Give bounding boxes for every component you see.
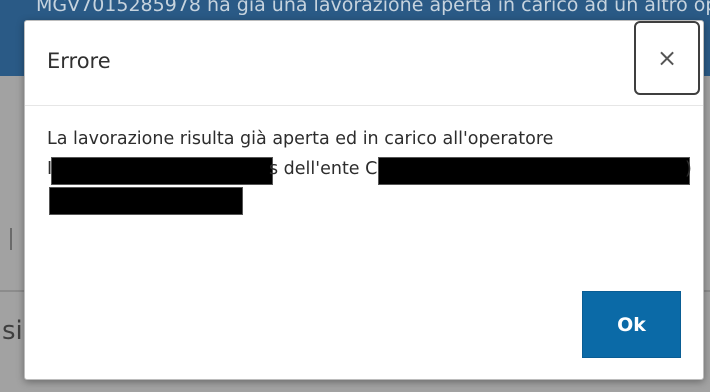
dialog-body: La lavorazione risulta già aperta ed in …	[47, 129, 692, 219]
redacted-entity-name	[378, 157, 690, 185]
redacted-operator-name	[51, 157, 273, 185]
message-suffix: )	[685, 159, 692, 179]
background-edge-text: si	[2, 316, 23, 346]
close-button[interactable]: ×	[634, 21, 700, 95]
background-header-text: MGV7015285978 ha già una lavorazione ape…	[36, 0, 710, 16]
message-mid: s dell'ente C	[269, 159, 378, 179]
ok-button[interactable]: Ok	[582, 291, 681, 358]
background-edge-mark	[10, 228, 12, 250]
close-icon: ×	[656, 44, 678, 72]
dialog-title: Errore	[47, 49, 111, 73]
error-dialog: Errore × La lavorazione risulta già aper…	[24, 20, 704, 380]
dialog-header: Errore	[25, 21, 703, 106]
message-line-3	[47, 187, 677, 219]
message-line-1: La lavorazione risulta già aperta ed in …	[47, 129, 554, 149]
redacted-entity-code	[49, 187, 243, 215]
message-line-2: I s dell'ente C )	[47, 157, 692, 189]
